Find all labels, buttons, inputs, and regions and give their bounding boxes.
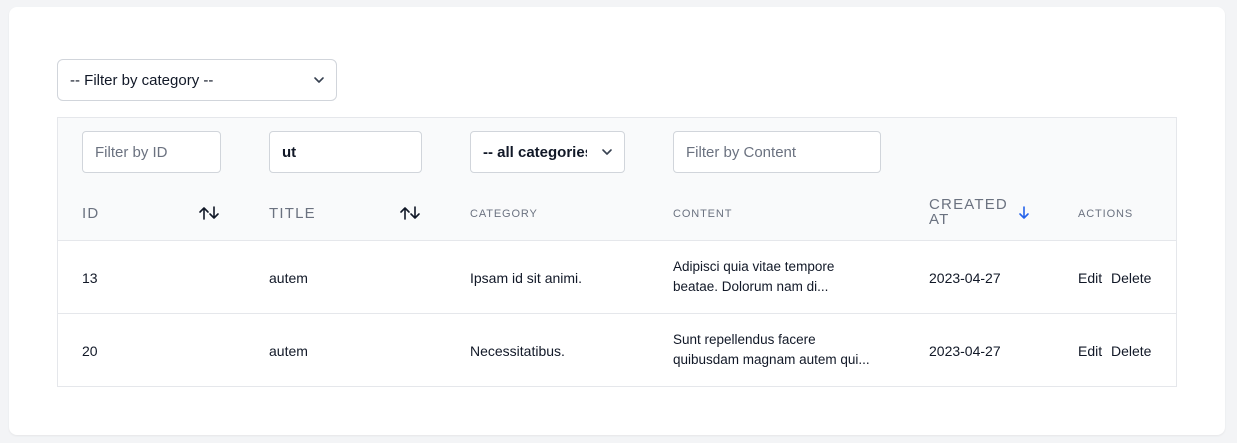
category-column-select-label: -- all categories -- — [483, 143, 587, 161]
category-filter-label: -- Filter by category -- — [70, 71, 214, 89]
row-content-line2: beatae. Dolorum nam di... — [673, 279, 829, 294]
row-id: 20 — [82, 343, 98, 359]
table-row: 13 autem Ipsam id sit animi. Adipisci qu… — [58, 241, 1176, 314]
column-header-created-at[interactable]: CREATED AT — [929, 197, 1008, 227]
row-created-at: 2023-04-27 — [929, 270, 1001, 286]
created-at-line2: AT — [929, 211, 950, 228]
row-content-line1: Sunt repellendus facere — [673, 332, 816, 347]
row-created-at: 2023-04-27 — [929, 343, 1001, 359]
content-filter-input[interactable] — [673, 131, 881, 173]
row-content-line1: Adipisci quia vitae tempore — [673, 259, 835, 274]
row-title: autem — [269, 343, 308, 359]
row-content: Sunt repellendus facere quibusdam magnam… — [673, 330, 888, 370]
title-filter-input[interactable] — [269, 131, 422, 173]
chevron-down-icon — [602, 149, 612, 155]
column-header-id[interactable]: ID — [82, 205, 99, 222]
row-category: Ipsam id sit animi. — [470, 270, 583, 286]
column-header-actions: ACTIONS — [1078, 208, 1134, 220]
created-at-line1: CREATED — [929, 196, 1008, 213]
delete-link[interactable]: Delete — [1111, 270, 1151, 286]
delete-link[interactable]: Delete — [1111, 343, 1151, 359]
main-card: -- Filter by category -- -- all categori… — [9, 7, 1225, 435]
edit-link[interactable]: Edit — [1078, 270, 1102, 286]
row-title: autem — [269, 270, 308, 286]
category-filter-select[interactable]: -- Filter by category -- — [57, 59, 337, 101]
arrow-down-icon[interactable] — [1018, 206, 1030, 220]
table-header: -- all categories -- ID TITLE CATEGORY C… — [58, 118, 1176, 241]
id-filter-input[interactable] — [82, 131, 221, 173]
posts-table: -- all categories -- ID TITLE CATEGORY C… — [57, 117, 1177, 387]
column-header-content: CONTENT — [673, 208, 733, 220]
column-header-title[interactable]: TITLE — [269, 205, 316, 222]
sort-both-icon[interactable] — [198, 206, 220, 220]
column-header-category: CATEGORY — [470, 208, 538, 220]
row-category: Necessitatibus. — [470, 343, 565, 359]
row-content: Adipisci quia vitae tempore beatae. Dolo… — [673, 257, 888, 297]
category-column-select[interactable]: -- all categories -- — [470, 131, 625, 173]
edit-link[interactable]: Edit — [1078, 343, 1102, 359]
sort-both-icon[interactable] — [399, 206, 421, 220]
row-content-line2: quibusdam magnam autem qui... — [673, 352, 870, 367]
chevron-down-icon — [314, 77, 324, 83]
table-row: 20 autem Necessitatibus. Sunt repellendu… — [58, 314, 1176, 387]
row-id: 13 — [82, 270, 98, 286]
